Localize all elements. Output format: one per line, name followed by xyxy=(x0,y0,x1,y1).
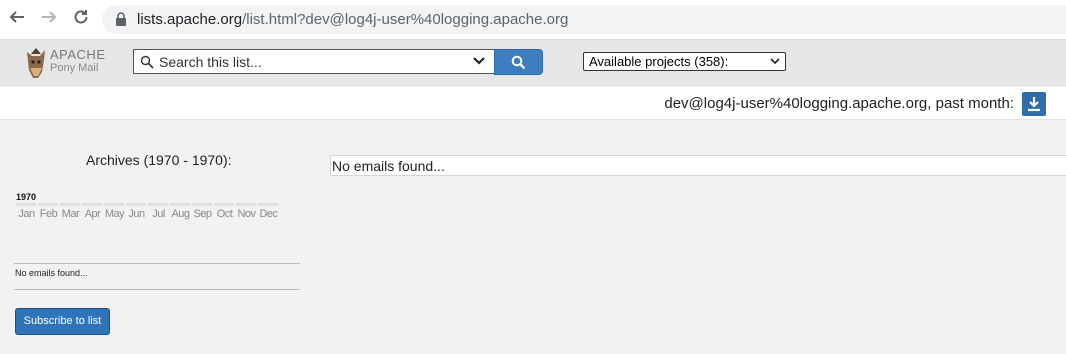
search-icon xyxy=(140,55,154,69)
app-header: APACHE Pony Mail Available projects (358… xyxy=(0,40,1066,86)
url-host: lists.apache.org xyxy=(137,11,243,28)
address-bar[interactable]: lists.apache.org/list.html?dev@log4j-use… xyxy=(102,5,1066,34)
lock-icon xyxy=(116,12,126,26)
month-dec[interactable]: Dec xyxy=(258,203,279,220)
divider xyxy=(14,289,300,290)
browser-toolbar: lists.apache.org/list.html?dev@log4j-use… xyxy=(0,0,1066,40)
month-sep[interactable]: Sep xyxy=(192,203,213,220)
search-field[interactable] xyxy=(133,49,494,74)
download-icon xyxy=(1028,97,1040,112)
month-aug[interactable]: Aug xyxy=(170,203,191,220)
email-results-panel: No emails found... xyxy=(330,155,1066,176)
month-feb[interactable]: Feb xyxy=(38,203,59,220)
chevron-down-icon xyxy=(770,58,780,65)
logo-title: APACHE xyxy=(50,47,106,62)
archive-year[interactable]: 1970 xyxy=(16,192,36,202)
sidebar-no-emails: No emails found... xyxy=(15,268,88,278)
month-jun[interactable]: Jun xyxy=(126,203,147,220)
month-jan[interactable]: Jan xyxy=(16,203,37,220)
forward-icon[interactable] xyxy=(38,8,60,30)
list-title-bar: dev@log4j-user%40logging.apache.org, pas… xyxy=(0,87,1066,120)
projects-select-value: Available projects (358): xyxy=(589,54,729,69)
pony-mail-logo[interactable]: APACHE Pony Mail xyxy=(24,44,106,82)
projects-select[interactable]: Available projects (358): xyxy=(583,52,786,71)
download-button[interactable] xyxy=(1022,92,1046,116)
month-nov[interactable]: Nov xyxy=(236,203,257,220)
month-oct[interactable]: Oct xyxy=(214,203,235,220)
month-apr[interactable]: Apr xyxy=(82,203,103,220)
reload-icon[interactable] xyxy=(70,8,92,30)
list-title: dev@log4j-user%40logging.apache.org, pas… xyxy=(664,95,1014,112)
results-empty-text: No emails found... xyxy=(332,158,445,174)
month-jul[interactable]: Jul xyxy=(148,203,169,220)
divider xyxy=(14,263,300,264)
archives-title: Archives (1970 - 1970): xyxy=(86,152,232,168)
back-icon[interactable] xyxy=(6,8,28,30)
search-button[interactable] xyxy=(494,49,543,75)
month-may[interactable]: May xyxy=(104,203,125,220)
pony-icon xyxy=(27,48,45,78)
chevron-down-icon[interactable] xyxy=(473,56,485,66)
logo-subtitle: Pony Mail xyxy=(50,62,99,74)
url-text: lists.apache.org/list.html?dev@log4j-use… xyxy=(137,11,568,28)
subscribe-button[interactable]: Subscribe to list xyxy=(15,308,110,335)
search-icon xyxy=(511,55,526,70)
url-path: /list.html?dev@log4j-user%40logging.apac… xyxy=(242,11,569,28)
month-mar[interactable]: Mar xyxy=(60,203,81,220)
search-input[interactable] xyxy=(159,52,459,71)
